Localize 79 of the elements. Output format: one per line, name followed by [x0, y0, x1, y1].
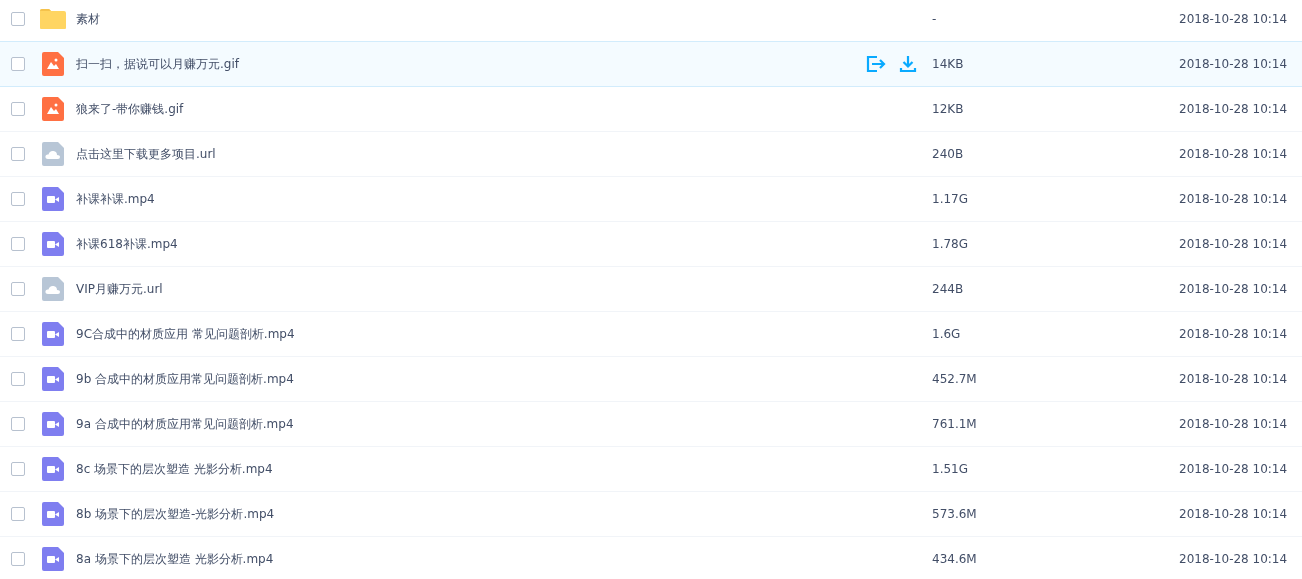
checkbox[interactable] — [11, 192, 25, 206]
video-file-icon — [42, 232, 64, 256]
download-icon[interactable] — [899, 55, 917, 73]
checkbox[interactable] — [11, 417, 25, 431]
file-size: 434.6M — [932, 552, 978, 566]
checkbox[interactable] — [11, 552, 25, 566]
file-name[interactable]: 9a 合成中的材质应用常见问题剖析.mp4 — [76, 415, 866, 433]
folder-icon — [39, 8, 67, 30]
file-row[interactable]: 补课补课.mp4 1.17G 2018-10-28 10:14 — [0, 176, 1302, 222]
file-name[interactable]: 素材 — [76, 10, 866, 28]
file-row[interactable]: 9C合成中的材质应用 常见问题剖析.mp4 1.6G 2018-10-28 10:14 — [0, 311, 1302, 357]
cloud-file-icon — [42, 277, 64, 301]
file-name[interactable]: VIP月赚万元.url — [76, 280, 866, 298]
video-file-icon — [42, 322, 64, 346]
video-file-icon — [42, 187, 64, 211]
modified-date: 2018-10-28 10:14 — [1179, 147, 1289, 161]
share-icon[interactable] — [866, 55, 886, 73]
file-row[interactable]: 9a 合成中的材质应用常见问题剖析.mp4 761.1M 2018-10-28 10:14 — [0, 401, 1302, 447]
modified-date: 2018-10-28 10:14 — [1179, 57, 1289, 71]
video-file-icon — [42, 367, 64, 391]
file-row[interactable]: 8a 场景下的层次塑造 光影分析.mp4 434.6M 2018-10-28 10:14 — [0, 536, 1302, 579]
modified-date: 2018-10-28 10:14 — [1179, 462, 1289, 476]
modified-date: 2018-10-28 10:14 — [1179, 192, 1289, 206]
image-file-icon — [42, 97, 64, 121]
modified-date: 2018-10-28 10:14 — [1179, 12, 1289, 26]
modified-date: 2018-10-28 10:14 — [1179, 417, 1289, 431]
file-size: 1.78G — [932, 237, 970, 251]
checkbox[interactable] — [11, 282, 25, 296]
checkbox[interactable] — [11, 102, 25, 116]
checkbox[interactable] — [11, 372, 25, 386]
video-file-icon — [42, 547, 64, 571]
file-name[interactable]: 8c 场景下的层次塑造 光影分析.mp4 — [76, 460, 866, 478]
file-row[interactable]: VIP月赚万元.url 244B 2018-10-28 10:14 — [0, 266, 1302, 312]
modified-date: 2018-10-28 10:14 — [1179, 372, 1289, 386]
file-size: 240B — [932, 147, 965, 161]
file-size: 573.6M — [932, 507, 978, 521]
file-size: 761.1M — [932, 417, 978, 431]
file-size: 1.6G — [932, 327, 962, 341]
video-file-icon — [42, 502, 64, 526]
file-name[interactable]: 补课补课.mp4 — [76, 190, 866, 208]
file-row[interactable]: 狼来了-带你赚钱.gif 12KB 2018-10-28 10:14 — [0, 86, 1302, 132]
video-file-icon — [42, 457, 64, 481]
modified-date: 2018-10-28 10:14 — [1179, 327, 1289, 341]
checkbox[interactable] — [11, 327, 25, 341]
modified-date: 2018-10-28 10:14 — [1179, 102, 1289, 116]
file-name[interactable]: 8b 场景下的层次塑造-光影分析.mp4 — [76, 505, 866, 523]
file-row[interactable]: 9b 合成中的材质应用常见问题剖析.mp4 452.7M 2018-10-28 10:14 — [0, 356, 1302, 402]
file-size: 1.17G — [932, 192, 970, 206]
file-size: 244B — [932, 282, 965, 296]
checkbox[interactable] — [11, 507, 25, 521]
checkbox[interactable] — [11, 237, 25, 251]
file-row[interactable]: 点击这里下载更多项目.url 240B 2018-10-28 10:14 — [0, 131, 1302, 177]
file-row[interactable]: 8b 场景下的层次塑造-光影分析.mp4 573.6M 2018-10-28 10:14 — [0, 491, 1302, 537]
file-name[interactable]: 补课618补课.mp4 — [76, 235, 866, 253]
checkbox[interactable] — [11, 57, 25, 71]
checkbox[interactable] — [11, 12, 25, 26]
file-row[interactable]: 补课618补课.mp4 1.78G 2018-10-28 10:14 — [0, 221, 1302, 267]
checkbox[interactable] — [11, 462, 25, 476]
modified-date: 2018-10-28 10:14 — [1179, 282, 1289, 296]
image-file-icon — [42, 52, 64, 76]
file-size: - — [932, 12, 938, 26]
file-name[interactable]: 扫一扫，据说可以月赚万元.gif — [76, 55, 866, 73]
file-name[interactable]: 8a 场景下的层次塑造 光影分析.mp4 — [76, 550, 866, 568]
file-size: 12KB — [932, 102, 965, 116]
video-file-icon — [42, 412, 64, 436]
modified-date: 2018-10-28 10:14 — [1179, 237, 1289, 251]
file-size: 1.51G — [932, 462, 970, 476]
file-row[interactable]: 8c 场景下的层次塑造 光影分析.mp4 1.51G 2018-10-28 10:14 — [0, 446, 1302, 492]
file-name[interactable]: 9C合成中的材质应用 常见问题剖析.mp4 — [76, 325, 866, 343]
file-row[interactable]: 扫一扫，据说可以月赚万元.gif 14KB 2018-10-28 10:14 — [0, 41, 1302, 87]
file-size: 452.7M — [932, 372, 978, 386]
file-size: 14KB — [932, 57, 965, 71]
file-name[interactable]: 狼来了-带你赚钱.gif — [76, 100, 866, 118]
modified-date: 2018-10-28 10:14 — [1179, 507, 1289, 521]
modified-date: 2018-10-28 10:14 — [1179, 552, 1289, 566]
file-name[interactable]: 点击这里下载更多项目.url — [76, 145, 866, 163]
file-name[interactable]: 9b 合成中的材质应用常见问题剖析.mp4 — [76, 370, 866, 388]
cloud-file-icon — [42, 142, 64, 166]
checkbox[interactable] — [11, 147, 25, 161]
